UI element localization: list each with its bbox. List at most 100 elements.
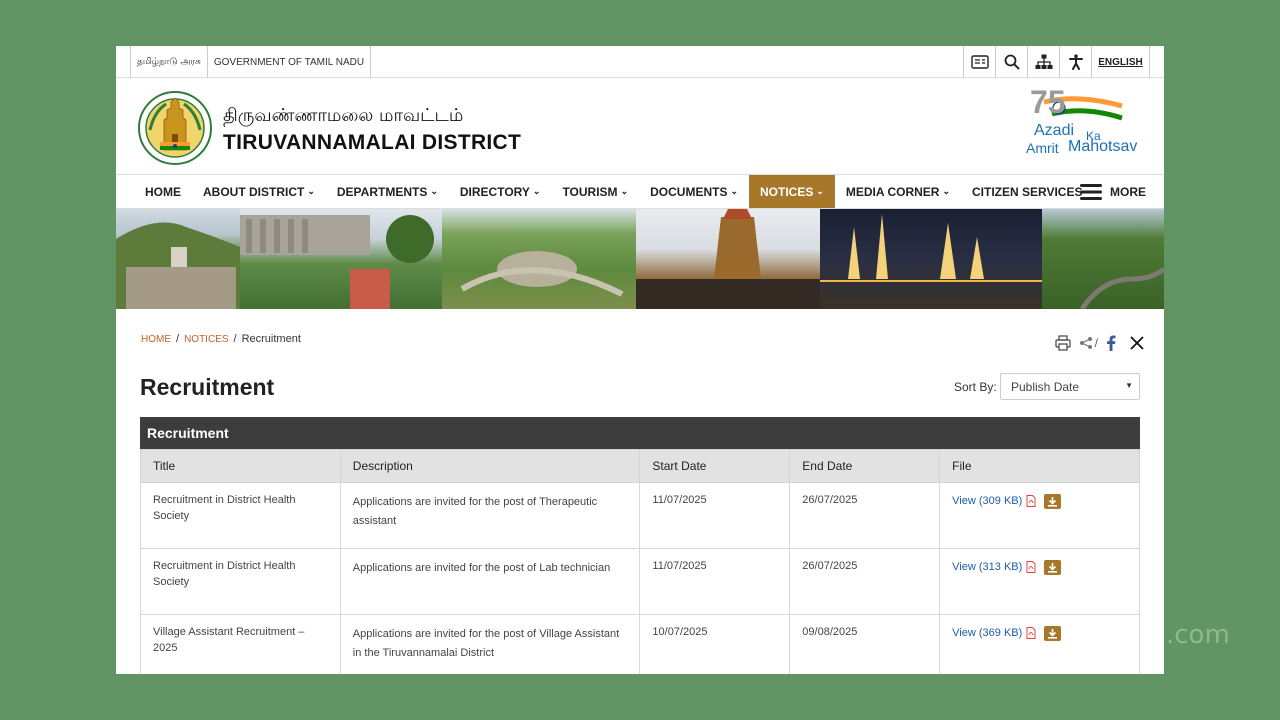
caret-down-icon: ▼ <box>1125 381 1133 390</box>
breadcrumb-current: Recruitment <box>241 333 301 345</box>
share-tools: / <box>1055 335 1144 351</box>
print-icon[interactable] <box>1055 335 1071 351</box>
nav-about-district[interactable]: ABOUT DISTRICT ⌄ <box>192 175 326 208</box>
search-button[interactable] <box>996 46 1028 78</box>
column-header-start-date: Start Date <box>639 449 791 483</box>
sort-by-label: Sort By: <box>954 380 997 394</box>
cell-start-date: 10/07/2025 <box>639 614 791 674</box>
column-header-description: Description <box>339 449 641 483</box>
share-icon[interactable] <box>1079 336 1093 350</box>
cell-description: Applications are invited for the post of… <box>339 548 641 615</box>
nav-label: NOTICES <box>760 184 814 199</box>
nav-label: CITIZEN SERVICES <box>972 184 1083 199</box>
nav-citizen-services[interactable]: CITIZEN SERVICES <box>961 175 1093 208</box>
view-file-link[interactable]: View (313 KB) <box>952 559 1022 575</box>
banner-temple-hill-image <box>116 209 240 309</box>
government-links: தமிழ்நாடு அரசு GOVERNMENT OF TAMIL NADU <box>130 46 372 78</box>
language-switch[interactable]: ENGLISH <box>1092 46 1150 78</box>
download-button[interactable] <box>1044 559 1062 575</box>
nav-label: HOME <box>145 184 181 199</box>
cell-end-date: 09/08/2025 <box>789 614 941 674</box>
x-twitter-icon[interactable] <box>1130 336 1144 350</box>
cell-end-date: 26/07/2025 <box>789 482 941 549</box>
gov-english-link[interactable]: GOVERNMENT OF TAMIL NADU <box>206 46 370 78</box>
utility-tools: ENGLISH <box>963 46 1150 78</box>
column-header-end-date: End Date <box>789 449 941 483</box>
chevron-down-icon: ⌄ <box>730 186 738 196</box>
nav-label: MEDIA CORNER <box>845 184 940 199</box>
chevron-down-icon: ⌄ <box>620 186 629 196</box>
view-file-link[interactable]: View (369 KB) <box>952 625 1022 641</box>
banner-park-image <box>442 209 636 309</box>
hamburger-menu-icon <box>1080 184 1102 200</box>
sitemap-button[interactable] <box>1028 46 1060 78</box>
nav-documents[interactable]: DOCUMENTS ⌄ <box>639 175 749 208</box>
page-title: Recruitment <box>140 374 275 400</box>
gov-tamil-link[interactable]: தமிழ்நாடு அரசு <box>131 46 207 78</box>
nav-media-corner[interactable]: MEDIA CORNER ⌄ <box>835 175 961 208</box>
breadcrumb-separator: / <box>233 333 237 345</box>
breadcrumb-separator: / <box>176 333 180 345</box>
main-navigation: HOME ABOUT DISTRICT ⌄ DEPARTMENTS ⌄ DIRECT… <box>116 175 1164 209</box>
breadcrumb-home-link[interactable]: HOME <box>141 334 171 345</box>
banner-night-temple-image <box>820 209 1042 309</box>
column-header-title: Title <box>140 449 341 483</box>
top-bar: தமிழ்நாடு அரசு GOVERNMENT OF TAMIL NADU … <box>116 46 1164 78</box>
table-row: Recruitment in District Health Society A… <box>140 548 1140 615</box>
table-row: Village Assistant Recruitment – 2025 App… <box>140 614 1140 674</box>
cell-start-date: 11/07/2025 <box>639 548 791 615</box>
cell-title: Village Assistant Recruitment – 2025 <box>140 614 341 674</box>
sort-by-value: Publish Date <box>1011 380 1080 394</box>
banner-dam-image <box>240 209 442 309</box>
breadcrumb: HOME / NOTICES / Recruitment <box>141 333 301 345</box>
facebook-icon[interactable] <box>1106 335 1116 351</box>
district-name-tamil: திருவண்ணாமலை மாவட்டம் <box>223 105 464 126</box>
sort-by-select[interactable]: Publish Date ▼ <box>1000 373 1140 400</box>
table-row: Recruitment in District Health Society A… <box>140 482 1140 549</box>
download-icon <box>1048 628 1058 639</box>
cell-description: Applications are invited for the post of… <box>339 614 641 674</box>
nav-departments[interactable]: DEPARTMENTS ⌄ <box>326 175 449 208</box>
azadi-line2b: Mahotsav <box>1068 138 1138 155</box>
cell-end-date: 26/07/2025 <box>789 548 941 615</box>
download-button[interactable] <box>1044 493 1062 509</box>
nav-label: DEPARTMENTS <box>336 184 428 199</box>
nav-home[interactable]: HOME <box>134 175 192 208</box>
cell-description: Applications are invited for the post of… <box>339 482 641 549</box>
download-icon <box>1048 562 1058 573</box>
pdf-icon <box>1026 627 1036 639</box>
azadi-line2a: Amrit <box>1026 140 1059 156</box>
view-file-link[interactable]: View (309 KB) <box>952 493 1022 509</box>
banner-image-strip <box>116 209 1164 309</box>
cell-file: View (309 KB) <box>939 482 1140 549</box>
cell-file: View (313 KB) <box>939 548 1140 615</box>
table-header-row: Title Description Start Date End Date Fi… <box>140 449 1140 483</box>
banner-chariot-festival-image <box>636 209 820 309</box>
watermark: .com <box>1166 620 1230 650</box>
cell-start-date: 11/07/2025 <box>639 482 791 549</box>
chevron-down-icon: ⌄ <box>430 186 438 196</box>
nav-notices[interactable]: NOTICES ⌄ <box>749 175 835 208</box>
table-caption: Recruitment <box>140 417 1140 449</box>
cell-title: Recruitment in District Health Society <box>140 482 341 549</box>
pdf-icon <box>1026 561 1036 573</box>
nav-more-button[interactable]: MORE <box>1080 175 1146 209</box>
banner-forest-road-image <box>1042 209 1164 309</box>
azadi-ka-amrit-mahotsav-logo[interactable]: 75 Azadi Ka Amrit Mahotsav <box>1018 84 1150 162</box>
search-icon <box>1004 54 1020 70</box>
chevron-down-icon: ⌄ <box>816 186 824 196</box>
accessibility-button[interactable] <box>1060 46 1092 78</box>
nav-label: ABOUT DISTRICT <box>203 184 305 199</box>
pdf-icon <box>1026 495 1036 507</box>
district-name-english[interactable]: TIRUVANNAMALAI DISTRICT <box>223 131 521 155</box>
download-button[interactable] <box>1044 625 1062 641</box>
screen-reader-button[interactable] <box>964 46 996 78</box>
nav-label: DOCUMENTS <box>650 184 728 199</box>
nav-directory[interactable]: DIRECTORY ⌄ <box>449 175 552 208</box>
accessibility-icon <box>1068 54 1083 70</box>
tamil-nadu-emblem-icon[interactable] <box>138 90 212 166</box>
download-icon <box>1048 496 1058 507</box>
nav-tourism[interactable]: TOURISM ⌄ <box>551 175 639 208</box>
breadcrumb-notices-link[interactable]: NOTICES <box>184 334 228 345</box>
chevron-down-icon: ⌄ <box>942 186 950 196</box>
